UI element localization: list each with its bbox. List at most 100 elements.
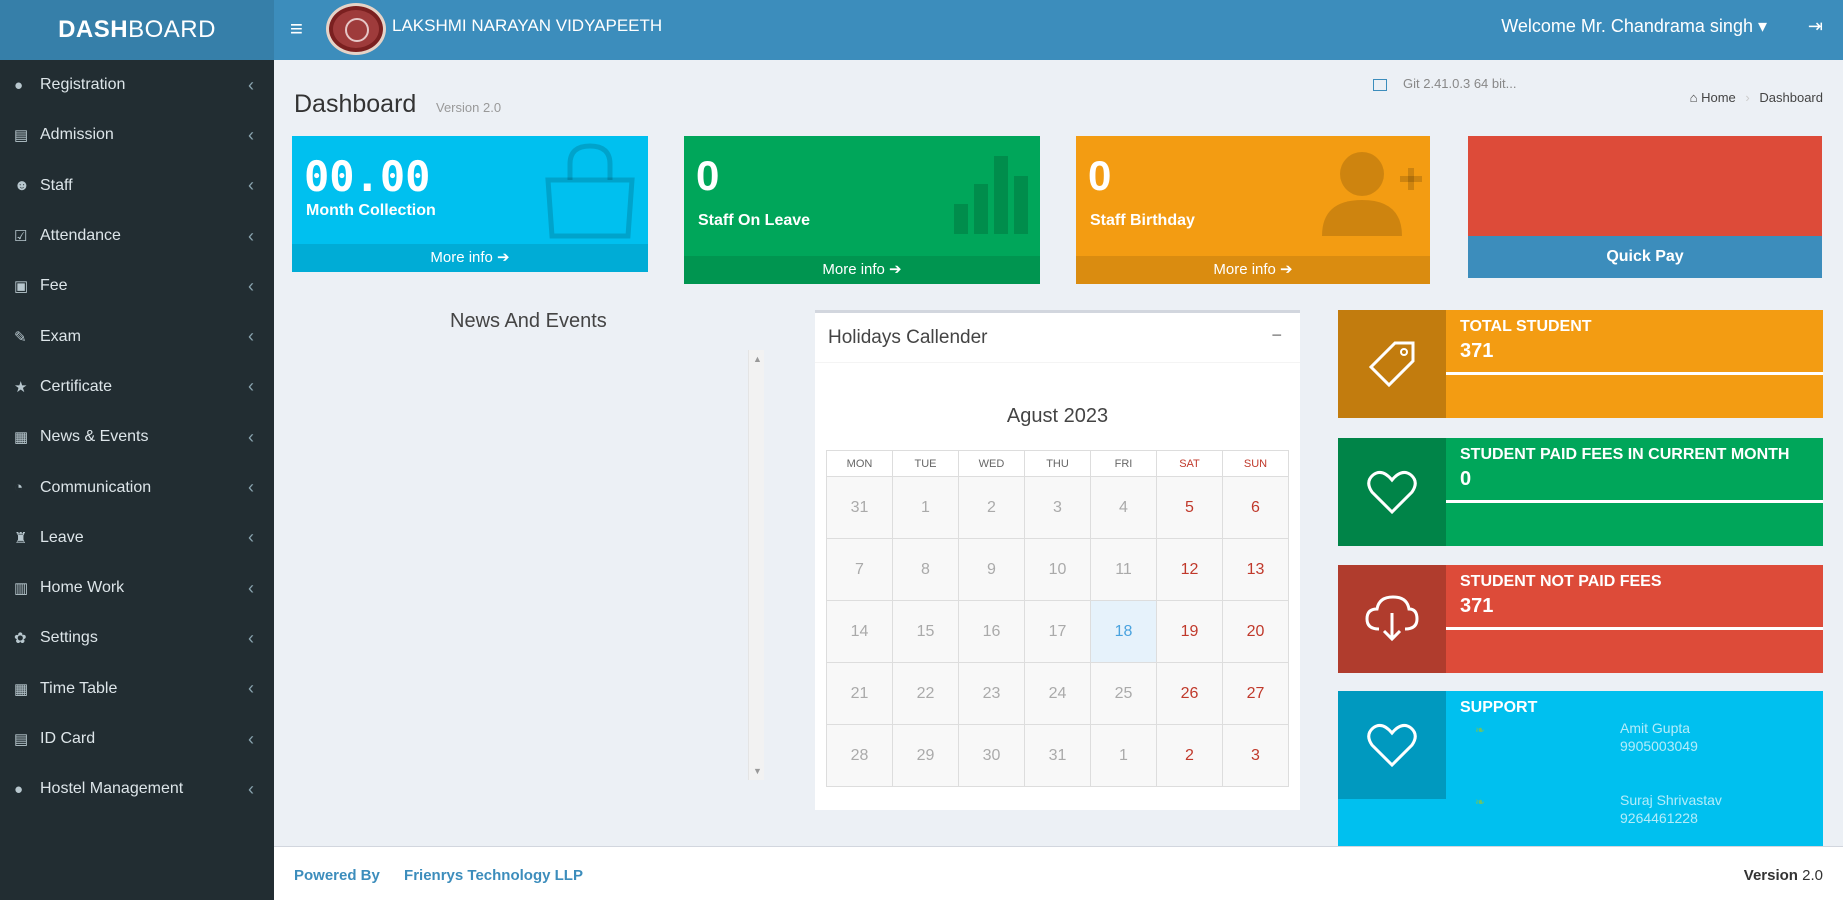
- calendar-day[interactable]: 16: [958, 600, 1025, 663]
- leaf-icon: ❧: [1475, 723, 1486, 737]
- calendar-day[interactable]: 5: [1156, 476, 1223, 539]
- not-paid-fees-progress: [1446, 627, 1823, 630]
- holidays-calendar: Holidays Callender − Agust 2023 MON TUE …: [815, 310, 1300, 810]
- home-icon: ⌂: [1689, 90, 1698, 105]
- calendar-day[interactable]: 10: [1024, 538, 1091, 601]
- sidebar-item-label: ID Card: [40, 730, 96, 747]
- walking-icon: ♜: [14, 529, 28, 547]
- calendar-day[interactable]: 1: [1090, 724, 1157, 787]
- calendar-day[interactable]: 25: [1090, 662, 1157, 725]
- sidebar-item-communication[interactable]: ◔ Communication ‹: [0, 462, 274, 512]
- calendar-day[interactable]: 9: [958, 538, 1025, 601]
- users-icon: ☻: [14, 177, 30, 195]
- calendar-day[interactable]: 8: [892, 538, 959, 601]
- calendar-day[interactable]: 24: [1024, 662, 1091, 725]
- sidebar-item-fee[interactable]: ▣ Fee ‹: [0, 261, 274, 311]
- calendar-day[interactable]: 22: [892, 662, 959, 725]
- breadcrumb-home[interactable]: Home: [1701, 90, 1736, 105]
- calendar-day[interactable]: 2: [1156, 724, 1223, 787]
- minimize-icon[interactable]: −: [1271, 325, 1282, 346]
- calendar-day[interactable]: 28: [826, 724, 893, 787]
- calendar-day[interactable]: 19: [1156, 600, 1223, 663]
- support-label: SUPPORT: [1460, 699, 1538, 716]
- sidebar-item-label: Exam: [40, 327, 81, 345]
- calendar-day[interactable]: 14: [826, 600, 893, 663]
- calendar-day[interactable]: 30: [958, 724, 1025, 787]
- calendar-day[interactable]: 7: [826, 538, 893, 601]
- calendar-day[interactable]: 31: [826, 476, 893, 539]
- sidebar-item-certificate[interactable]: ★ Certificate ‹: [0, 362, 274, 412]
- page-title: Dashboard: [294, 90, 417, 118]
- sidebar-item-news-events[interactable]: ▦ News & Events ‹: [0, 412, 274, 462]
- calendar-day[interactable]: 3: [1024, 476, 1091, 539]
- hamburger-menu-icon[interactable]: ≡: [290, 16, 303, 42]
- school-name: LAKSHMI NARAYAN VIDYAPEETH: [392, 16, 663, 35]
- user-icon: ●: [14, 76, 24, 94]
- chevron-left-icon: ‹: [248, 678, 254, 699]
- calendar-day[interactable]: 18: [1090, 600, 1157, 663]
- sidebar-item-hostel-management[interactable]: ● Hostel Management ‹: [0, 764, 274, 814]
- breadcrumb-separator: ›: [1745, 90, 1750, 105]
- calendar-day[interactable]: 20: [1222, 600, 1289, 663]
- sidebar-item-leave[interactable]: ♜ Leave ‹: [0, 513, 274, 563]
- cloud-download-icon: [1338, 565, 1446, 673]
- calendar-day[interactable]: 4: [1090, 476, 1157, 539]
- calendar-day[interactable]: 6: [1222, 476, 1289, 539]
- book-icon: ▥: [14, 580, 29, 598]
- calendar-day[interactable]: 13: [1222, 538, 1289, 601]
- staff-birthday-value: 0: [1088, 152, 1112, 199]
- staff-birthday-more-info[interactable]: More info ➔: [1076, 256, 1430, 284]
- day-header: SUN: [1222, 450, 1289, 477]
- sidebar-item-registration[interactable]: ● Registration ‹: [0, 60, 274, 110]
- calendar-day[interactable]: 27: [1222, 662, 1289, 725]
- sidebar: ● Registration ‹ ▤ Admission ‹ ☻ Staff ‹ ☑ Atte…: [0, 60, 274, 900]
- news-scrollbar[interactable]: ▲ ▼: [748, 350, 764, 780]
- git-info[interactable]: Git 2.41.0.3 64 bit...: [1373, 76, 1516, 91]
- sidebar-item-label: Attendance: [40, 227, 121, 245]
- scroll-up-icon[interactable]: ▲: [753, 354, 762, 364]
- user-icon: ●: [14, 780, 24, 798]
- sidebar-item-id-card[interactable]: ▤ ID Card ‹: [0, 714, 274, 764]
- calendar-day[interactable]: 23: [958, 662, 1025, 725]
- sidebar-item-time-table[interactable]: ▦ Time Table ‹: [0, 664, 274, 714]
- calendar-day[interactable]: 31: [1024, 724, 1091, 787]
- sidebar-item-home-work[interactable]: ▥ Home Work ‹: [0, 563, 274, 613]
- calendar-day[interactable]: 17: [1024, 600, 1091, 663]
- dashboard-logo[interactable]: DASH BOARD: [0, 0, 274, 60]
- scroll-down-icon[interactable]: ▼: [753, 766, 762, 776]
- chevron-left-icon: ‹: [248, 728, 254, 749]
- calendar-month: Agust 2023: [1006, 405, 1109, 427]
- calendar-day[interactable]: 15: [892, 600, 959, 663]
- month-collection-more-info[interactable]: More info ➔: [292, 244, 648, 272]
- staff-birthday-label: Staff Birthday: [1090, 212, 1195, 229]
- logo-text-bold: DASH: [58, 16, 129, 43]
- sidebar-item-settings[interactable]: ✿ Settings ‹: [0, 613, 274, 663]
- tag-icon: [1338, 310, 1446, 418]
- calendar-day[interactable]: 21: [826, 662, 893, 725]
- logout-icon[interactable]: ⇥: [1808, 16, 1823, 37]
- calendar-day[interactable]: 11: [1090, 538, 1157, 601]
- chevron-left-icon: ‹: [248, 527, 254, 548]
- user-menu-dropdown[interactable]: Welcome Mr. Chandrama singh ▾: [1501, 16, 1767, 37]
- company-link[interactable]: Frienrys Technology LLP: [404, 867, 583, 884]
- sidebar-item-admission[interactable]: ▤ Admission ‹: [0, 110, 274, 160]
- sidebar-item-staff[interactable]: ☻ Staff ‹: [0, 161, 274, 211]
- calendar-day[interactable]: 2: [958, 476, 1025, 539]
- day-header: MON: [826, 450, 893, 477]
- bar-chart-icon: [954, 156, 1028, 234]
- quick-pay-button[interactable]: Quick Pay: [1468, 236, 1822, 278]
- sidebar-item-attendance[interactable]: ☑ Attendance ‹: [0, 211, 274, 261]
- calendar-day[interactable]: 29: [892, 724, 959, 787]
- calendar-day[interactable]: 1: [892, 476, 959, 539]
- calendar-day[interactable]: 12: [1156, 538, 1223, 601]
- calendar-day[interactable]: 26: [1156, 662, 1223, 725]
- calendar-week-row: 14 15 16 17 18 19 20: [826, 600, 1289, 663]
- chevron-left-icon: ‹: [248, 627, 254, 648]
- staff-on-leave-more-info[interactable]: More info ➔: [684, 256, 1040, 284]
- support-box: SUPPORT ❧ Amit Gupta 9905003049 ❧ Suraj …: [1338, 691, 1823, 846]
- sidebar-item-label: Time Table: [40, 679, 118, 697]
- sidebar-item-exam[interactable]: ✎ Exam ‹: [0, 311, 274, 361]
- total-student-box: TOTAL STUDENT 371: [1338, 310, 1823, 418]
- calendar-week-row: 7 8 9 10 11 12 13: [826, 538, 1289, 601]
- calendar-day[interactable]: 3: [1222, 724, 1289, 787]
